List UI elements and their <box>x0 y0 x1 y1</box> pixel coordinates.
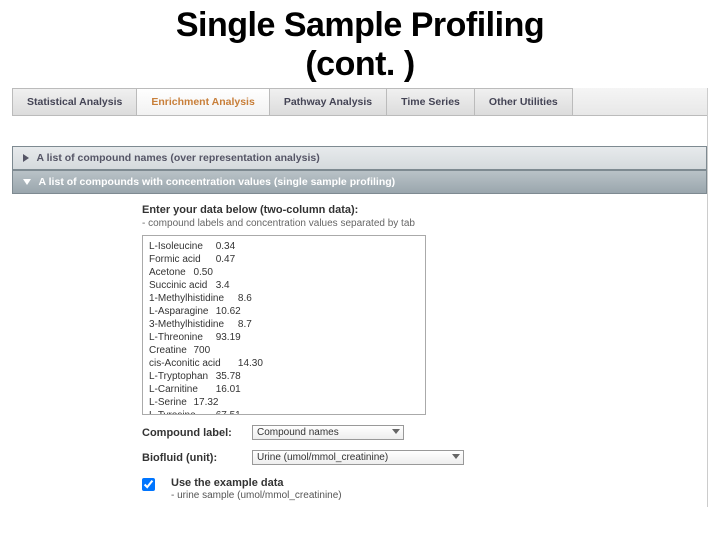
tab-other-utilities[interactable]: Other Utilities <box>474 88 573 115</box>
tab-statistical-analysis[interactable]: Statistical Analysis <box>12 88 137 115</box>
example-label: Use the example data <box>171 477 284 489</box>
instruction-hint: compound labels and concentration values… <box>142 218 695 229</box>
chevron-down-icon <box>23 179 31 185</box>
app-frame: Statistical Analysis Enrichment Analysis… <box>12 88 708 507</box>
section-a-label: A list of compound names (over represent… <box>37 152 320 164</box>
section-body: Enter your data below (two-column data):… <box>12 194 707 507</box>
use-example-checkbox[interactable] <box>142 478 155 491</box>
panel: A list of compound names (over represent… <box>12 146 707 507</box>
row-compound-label: Compound label: Compound names <box>142 425 695 440</box>
slide-title: Single Sample Profiling (cont. ) <box>0 0 720 88</box>
tab-time-series[interactable]: Time Series <box>386 88 475 115</box>
biofluid-select-value: Urine (umol/mmol_creatinine) <box>257 452 388 463</box>
chevron-down-icon <box>392 429 400 434</box>
compound-select-value: Compound names <box>257 427 339 438</box>
chevron-down-icon <box>452 454 460 459</box>
compound-label-select[interactable]: Compound names <box>252 425 404 440</box>
data-textarea[interactable]: L-Isoleucine 0.34 Formic acid 0.47 Aceto… <box>142 235 426 415</box>
chevron-right-icon <box>23 154 29 162</box>
title-line1: Single Sample Profiling <box>176 6 544 44</box>
section-b-label: A list of compounds with concentration v… <box>39 176 396 188</box>
example-data-row: Use the example data urine sample (umol/… <box>142 477 695 501</box>
biofluid-label-text: Biofluid (unit): <box>142 452 252 464</box>
tab-bar: Statistical Analysis Enrichment Analysis… <box>12 88 707 116</box>
compound-label-text: Compound label: <box>142 427 252 439</box>
section-compound-names[interactable]: A list of compound names (over represent… <box>12 146 707 170</box>
row-biofluid: Biofluid (unit): Urine (umol/mmol_creati… <box>142 450 695 465</box>
tab-pathway-analysis[interactable]: Pathway Analysis <box>269 88 387 115</box>
title-line2: (cont. ) <box>305 45 414 83</box>
instruction-lead: Enter your data below (two-column data): <box>142 204 695 216</box>
section-concentration-values[interactable]: A list of compounds with concentration v… <box>12 170 707 194</box>
example-sublabel: urine sample (umol/mmol_creatinine) <box>171 490 342 501</box>
tab-enrichment-analysis[interactable]: Enrichment Analysis <box>136 88 269 115</box>
biofluid-select[interactable]: Urine (umol/mmol_creatinine) <box>252 450 464 465</box>
